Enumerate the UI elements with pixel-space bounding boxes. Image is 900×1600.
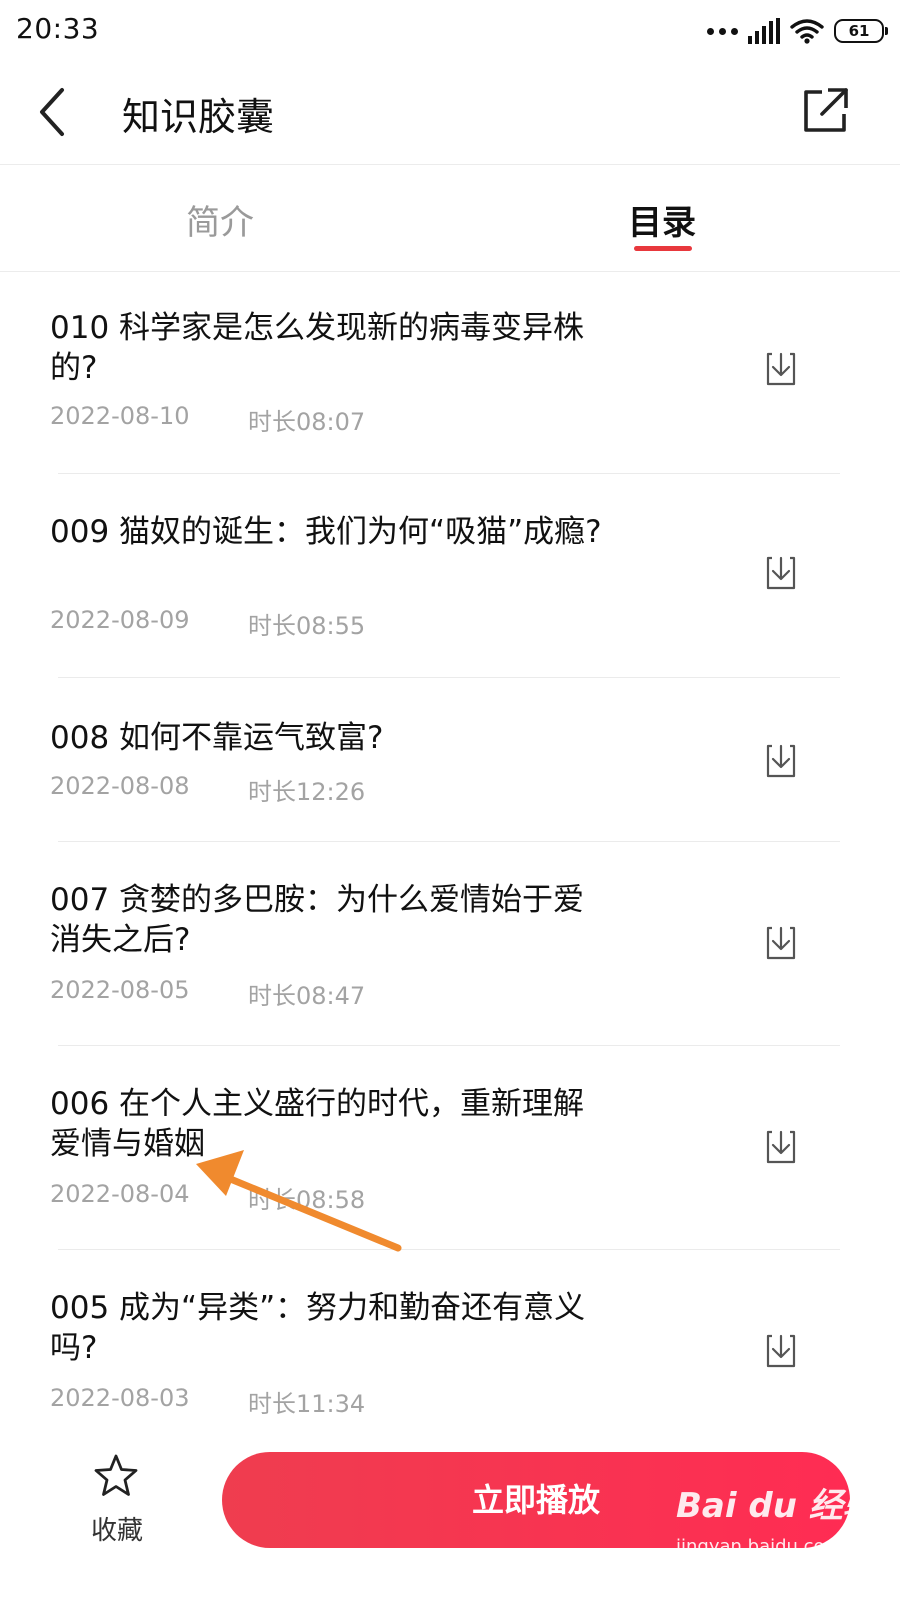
episode-title: 009 猫奴的诞生：我们为何“吸猫”成瘾? [50, 514, 602, 550]
star-icon [94, 1454, 138, 1496]
episode-date: 2022-08-04 [50, 1180, 190, 1208]
episode-meta: 2022-08-03 时长11:34 [50, 1384, 365, 1419]
favorite-button[interactable]: 收藏 [84, 1452, 154, 1552]
baidu-jingyan-watermark: Bai du 经验 jingyan.baidu.com [676, 1478, 886, 1568]
download-icon[interactable] [762, 1332, 800, 1370]
watermark-logo: Bai du 经验 [676, 1486, 877, 1526]
status-icons: 61 [707, 14, 888, 48]
episode-duration: 时长12:26 [248, 778, 366, 806]
episode-date: 2022-08-09 [50, 606, 190, 634]
favorite-label: 收藏 [90, 1516, 143, 1546]
download-icon[interactable] [762, 1128, 800, 1166]
active-tab-indicator [634, 246, 692, 251]
download-icon[interactable] [762, 350, 800, 388]
episode-duration: 时长08:58 [248, 1186, 366, 1214]
episode-list: 010 科学家是怎么发现新的病毒变异株的? 2022-08-10 时长08:07… [0, 272, 900, 1440]
episode-title: 008 如何不靠运气致富? [50, 720, 384, 756]
list-item[interactable]: 009 猫奴的诞生：我们为何“吸猫”成瘾? 2022-08-09 时长08:55 [0, 474, 900, 678]
episode-meta: 2022-08-10 时长08:07 [50, 402, 365, 437]
episode-duration: 时长11:34 [248, 1390, 366, 1418]
list-item[interactable]: 010 科学家是怎么发现新的病毒变异株的? 2022-08-10 时长08:07 [0, 272, 900, 474]
episode-title: 005 成为“异类”：努力和勤奋还有意义吗? [50, 1290, 586, 1366]
list-item[interactable]: 006 在个人主义盛行的时代，重新理解爱情与婚姻 2022-08-04 时长08… [0, 1046, 900, 1250]
episode-title: 006 在个人主义盛行的时代，重新理解爱情与婚姻 [50, 1086, 585, 1162]
download-icon[interactable] [762, 554, 800, 592]
episode-date: 2022-08-08 [50, 772, 190, 800]
watermark-url: jingyan.baidu.com [676, 1536, 843, 1557]
episode-duration: 时长08:07 [248, 408, 366, 436]
episode-title: 010 科学家是怎么发现新的病毒变异株的? [50, 310, 585, 386]
episode-date: 2022-08-03 [50, 1384, 190, 1412]
episode-meta: 2022-08-09 时长08:55 [50, 606, 365, 641]
download-icon[interactable] [762, 924, 800, 962]
back-arrow-icon[interactable] [28, 82, 84, 142]
list-item[interactable]: 005 成为“异类”：努力和勤奋还有意义吗? 2022-08-03 时长11:3… [0, 1250, 900, 1440]
signal-icon [748, 18, 780, 44]
list-item[interactable]: 007 贪婪的多巴胺：为什么爱情始于爱消失之后? 2022-08-05 时长08… [0, 842, 900, 1046]
episode-meta: 2022-08-05 时长08:47 [50, 976, 365, 1011]
episode-title: 007 贪婪的多巴胺：为什么爱情始于爱消失之后? [50, 882, 585, 958]
status-bar: 20:33 61 [0, 0, 900, 62]
tab-intro[interactable]: 简介 [186, 195, 254, 244]
page-title: 知识胶囊 [122, 95, 275, 139]
episode-date: 2022-08-05 [50, 976, 190, 1004]
wifi-icon [790, 19, 824, 44]
episode-duration: 时长08:55 [248, 612, 366, 640]
tab-catalog[interactable]: 目录 [628, 195, 696, 244]
episode-date: 2022-08-10 [50, 402, 190, 430]
share-icon[interactable] [800, 86, 850, 136]
battery-icon: 61 [834, 19, 888, 43]
list-item[interactable]: 008 如何不靠运气致富? 2022-08-08 时长12:26 [0, 678, 900, 842]
episode-duration: 时长08:47 [248, 982, 366, 1010]
status-time: 20:33 [16, 12, 100, 45]
download-icon[interactable] [762, 742, 800, 780]
episode-meta: 2022-08-08 时长12:26 [50, 772, 365, 807]
tab-bar: 简介 目录 [0, 165, 900, 272]
episode-meta: 2022-08-04 时长08:58 [50, 1180, 365, 1215]
more-dots-icon [707, 27, 738, 35]
app-header: 知识胶囊 [0, 62, 900, 165]
battery-level: 61 [848, 22, 870, 40]
